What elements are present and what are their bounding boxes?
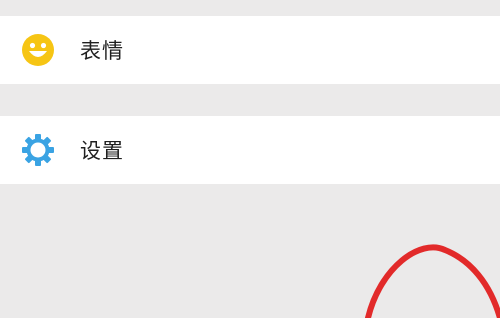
top-spacer: [0, 0, 500, 16]
menu-item-emoji[interactable]: 表情: [0, 16, 500, 84]
red-circle-annotation: [365, 244, 500, 318]
smiley-icon: [21, 33, 55, 67]
gear-icon: [21, 133, 55, 167]
menu-item-settings-label: 设置: [80, 139, 124, 163]
menu-item-settings[interactable]: 设置: [0, 116, 500, 184]
menu-item-emoji-label: 表情: [80, 39, 124, 63]
